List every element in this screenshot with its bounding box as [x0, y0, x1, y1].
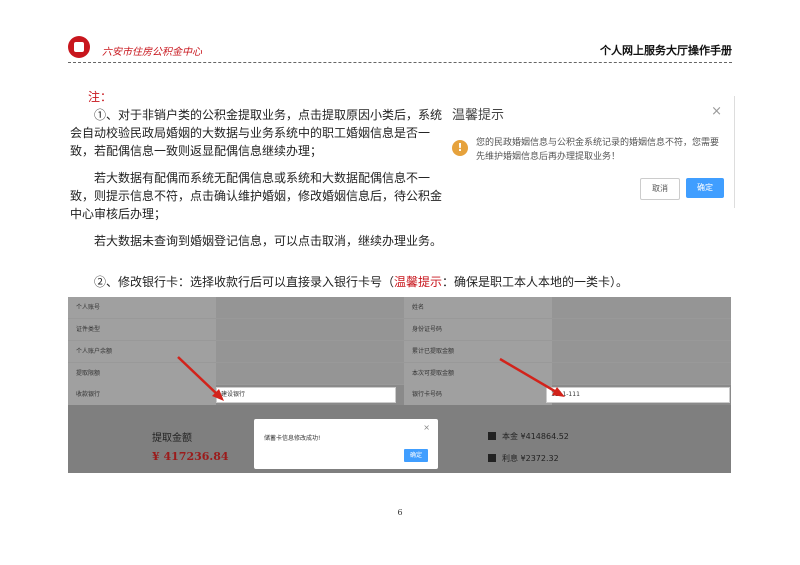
confirm-button[interactable]: 确定 — [686, 178, 724, 198]
cancel-button[interactable]: 取消 — [640, 178, 680, 200]
paragraph-1: ①、对于非销户类的公积金提取业务，点击提取原因小类后，系统会自动校验民政局婚姻的… — [70, 108, 443, 158]
page-number: 6 — [397, 508, 403, 517]
note-label: 注： — [88, 90, 113, 104]
close-icon[interactable]: × — [711, 104, 722, 119]
dialog-title: 温馨提示 — [452, 108, 505, 123]
marriage-warning-dialog: 温馨提示 × ! 您的民政婚姻信息与公积金系统记录的婚姻信息不符，您需要先维护婚… — [442, 96, 735, 208]
red-arrow-icon — [499, 357, 559, 395]
arrow-head-icon — [552, 387, 565, 397]
page-header: 六安市住房公积金中心 个人网上服务大厅操作手册 — [68, 34, 732, 63]
logo-icon — [68, 36, 90, 58]
manual-title: 个人网上服务大厅操作手册 — [600, 44, 732, 57]
paragraph-3: 若大数据未查询到婚姻登记信息，可以点击取消，继续办理业务。 — [94, 234, 443, 248]
p4-text-b: ：确保是职工本人本地的一类卡）。 — [442, 275, 629, 289]
dialog-message: 您的民政婚姻信息与公积金系统记录的婚姻信息不符，您需要先维护婚姻信息后再办理提取… — [476, 138, 720, 162]
red-arrow-icon — [177, 356, 219, 396]
paragraph-4: ②、修改银行卡：选择收款行后可以直接录入银行卡号（温馨提示：确保是职工本人本地的… — [70, 273, 730, 291]
modal-confirm-button[interactable]: 确定 — [404, 449, 428, 462]
close-icon[interactable]: × — [423, 423, 430, 432]
form-screenshot: 个人账号 姓名 证件类型 身份证号码 个人账户余额 累计已提取金额 提取限额 本… — [68, 297, 731, 473]
success-modal: × 储蓄卡信息修改成功! 确定 — [254, 419, 438, 469]
p4-text-a: ②、修改银行卡：选择收款行后可以直接录入银行卡号（ — [94, 275, 395, 289]
p4-tip: 温馨提示 — [394, 275, 443, 289]
modal-message: 储蓄卡信息修改成功! — [264, 435, 321, 442]
org-name: 六安市住房公积金中心 — [102, 47, 202, 58]
paragraph-2: 若大数据有配偶而系统无配偶信息或系统和大数据配偶信息不一致，则提示信息不符，点击… — [70, 171, 443, 221]
warning-icon: ! — [452, 140, 468, 156]
